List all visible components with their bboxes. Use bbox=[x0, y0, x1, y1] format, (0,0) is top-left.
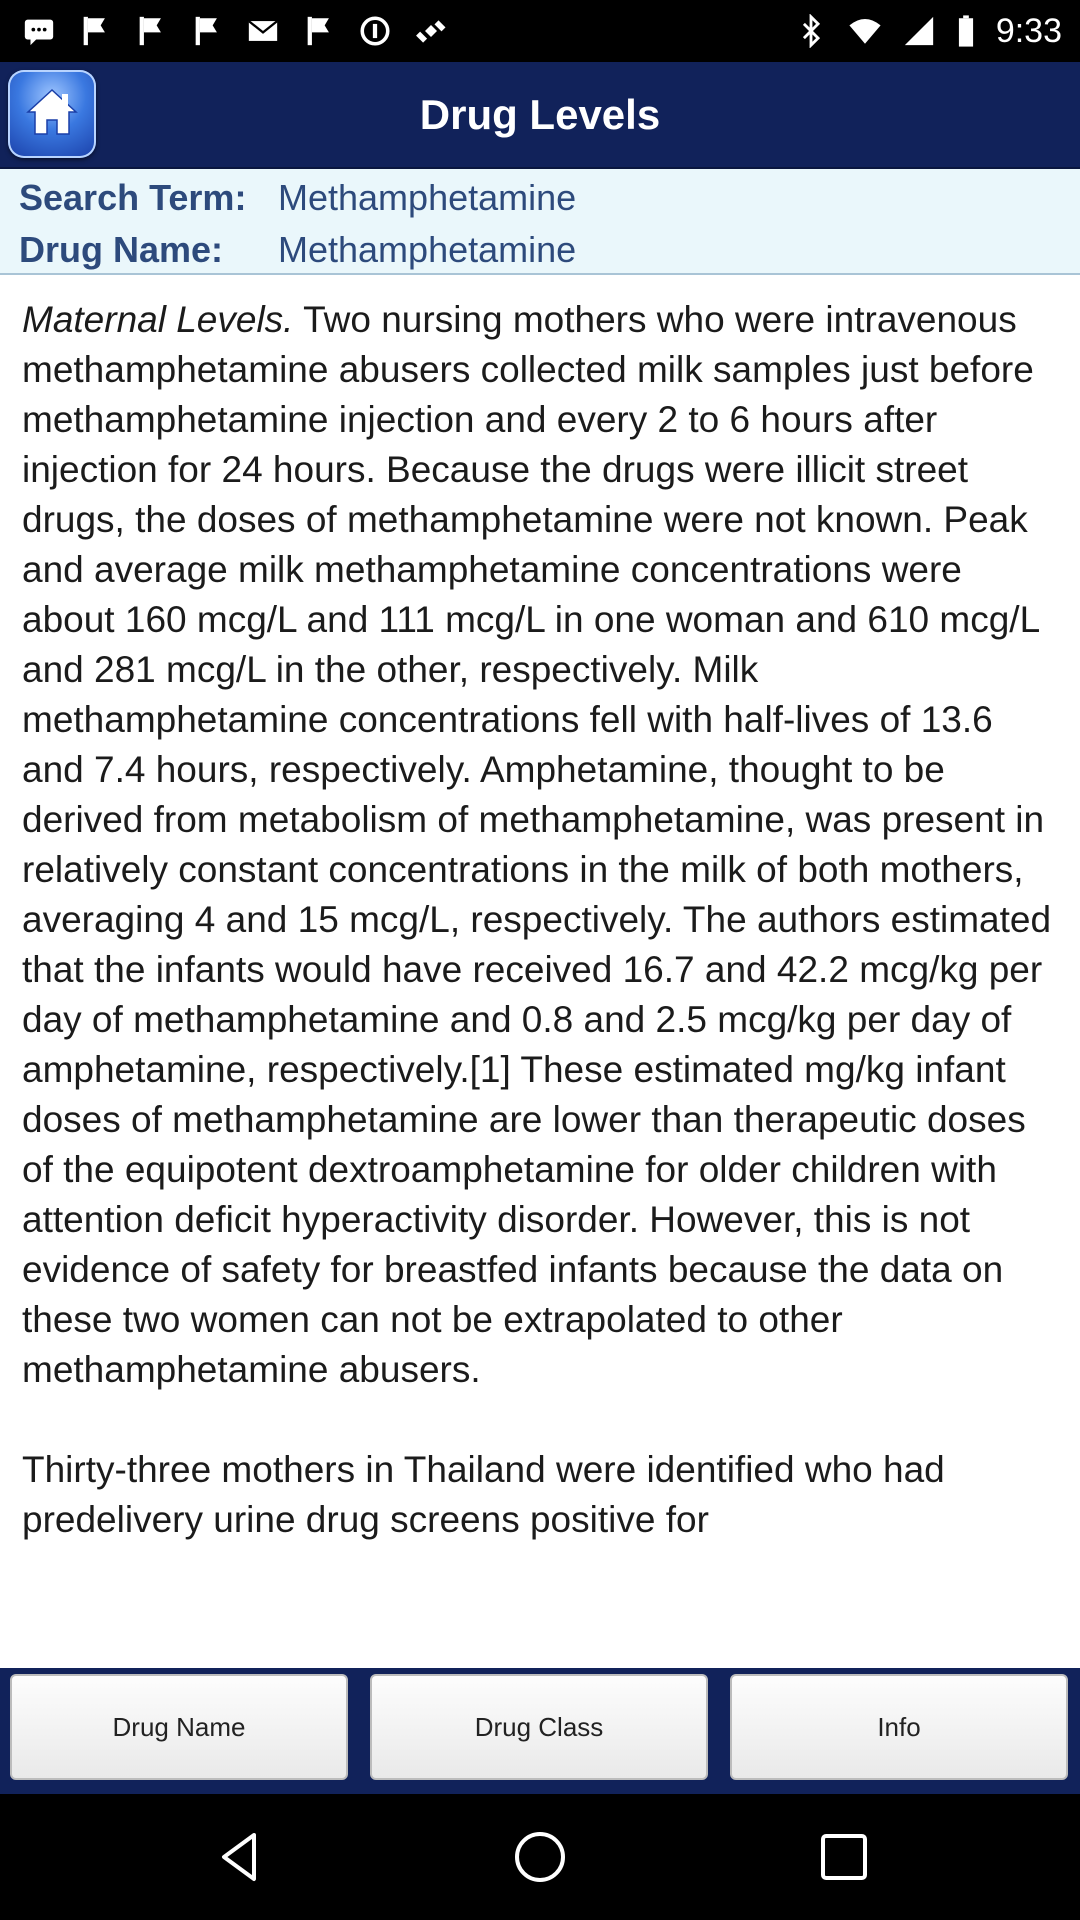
signal-icon bbox=[902, 14, 936, 48]
drug-name-row: Drug Name: Methamphetamine bbox=[0, 223, 1080, 275]
content-text: Maternal Levels. Two nursing mothers who… bbox=[22, 295, 1062, 1545]
status-bar: 9:33 bbox=[0, 0, 1080, 62]
flag-icon bbox=[78, 14, 112, 48]
tab-info[interactable]: Info bbox=[730, 1674, 1068, 1780]
paragraph-2: Thirty-three mothers in Thailand were id… bbox=[22, 1449, 956, 1540]
search-term-label: Search Term: bbox=[19, 177, 247, 218]
back-button[interactable] bbox=[210, 1827, 270, 1887]
mail-icon bbox=[246, 14, 280, 48]
tab-drug-name[interactable]: Drug Name bbox=[10, 1674, 348, 1780]
home-circle-icon bbox=[515, 1832, 565, 1882]
tab-drug-class[interactable]: Drug Class bbox=[370, 1674, 708, 1780]
chat-icon bbox=[22, 14, 56, 48]
flag-icon bbox=[190, 14, 224, 48]
search-term-row: Search Term: Methamphetamine bbox=[0, 171, 1080, 223]
page-title: Drug Levels bbox=[419, 91, 661, 138]
system-nav-bar bbox=[0, 1794, 1080, 1920]
satellite-icon bbox=[414, 14, 448, 48]
search-info-panel: Search Term: Methamphetamine Drug Name: … bbox=[0, 169, 1080, 275]
clock: 9:33 bbox=[995, 11, 1062, 50]
recents-button[interactable] bbox=[814, 1827, 874, 1887]
paragraph-1: Two nursing mothers who were intravenous… bbox=[22, 299, 1062, 1390]
flag-icon bbox=[302, 14, 336, 48]
section-heading: Maternal Levels. bbox=[22, 299, 294, 340]
notification-icons bbox=[22, 10, 448, 52]
data-saver-icon bbox=[358, 14, 392, 48]
drug-name-value: Methamphetamine bbox=[278, 229, 577, 270]
back-icon bbox=[222, 1833, 256, 1881]
app-header: Drug Levels bbox=[0, 62, 1080, 169]
wifi-icon bbox=[848, 14, 882, 48]
recents-icon bbox=[821, 1834, 867, 1880]
bluetooth-icon bbox=[794, 14, 828, 48]
drug-name-label: Drug Name: bbox=[19, 229, 224, 270]
flag-icon bbox=[134, 14, 168, 48]
battery-icon bbox=[956, 14, 976, 48]
system-icons: 9:33 bbox=[794, 10, 1062, 52]
drug-levels-content[interactable]: Maternal Levels. Two nursing mothers who… bbox=[0, 275, 1080, 1668]
search-term-value: Methamphetamine bbox=[278, 177, 577, 218]
home-nav-button[interactable] bbox=[510, 1827, 570, 1887]
bottom-tab-bar: Drug Name Drug Class Info bbox=[0, 1668, 1080, 1794]
